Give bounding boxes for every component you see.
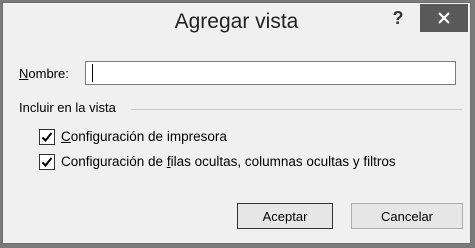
name-input[interactable]: [85, 61, 456, 85]
add-view-dialog: Agregar vista ? Nombre: Incluir en la vi…: [2, 2, 471, 244]
cancel-button[interactable]: Cancelar: [351, 203, 463, 229]
checkmark-icon: [41, 157, 53, 167]
accept-button[interactable]: Aceptar: [237, 203, 333, 229]
title-bar: Agregar vista ?: [3, 3, 470, 41]
name-label: Nombre:: [19, 66, 69, 81]
close-icon: [438, 12, 450, 24]
close-button[interactable]: [420, 4, 468, 32]
include-group-label: Incluir en la vista: [19, 100, 116, 115]
hidden-rows-label: Configuración de filas ocultas, columnas…: [61, 154, 396, 169]
group-divider: [131, 109, 462, 110]
help-button[interactable]: ?: [386, 6, 410, 30]
text-caret: [92, 64, 93, 82]
hidden-rows-checkbox[interactable]: [39, 154, 55, 170]
print-settings-label: Configuración de impresora: [61, 129, 227, 144]
print-settings-checkbox[interactable]: [39, 129, 55, 145]
checkmark-icon: [41, 132, 53, 142]
